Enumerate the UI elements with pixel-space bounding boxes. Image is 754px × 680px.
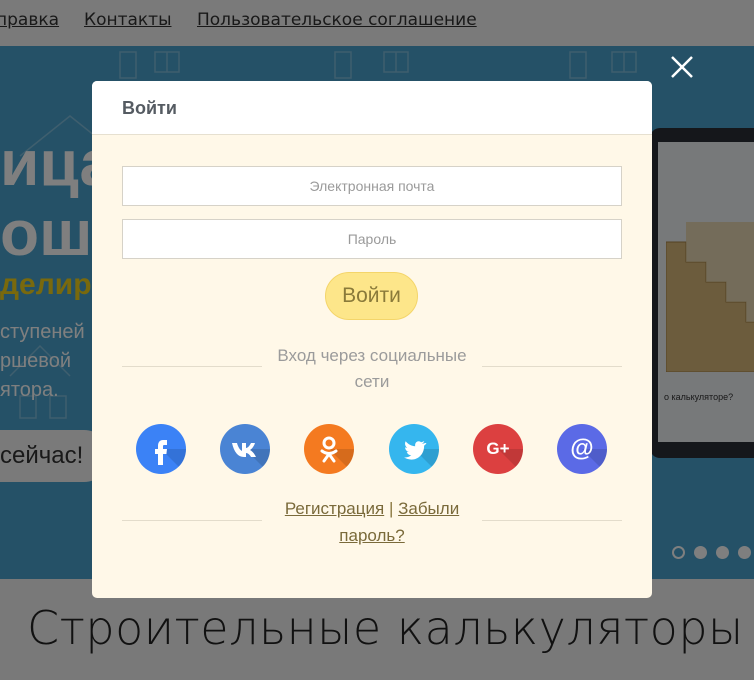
close-icon[interactable] <box>669 54 695 80</box>
twitter-icon <box>404 441 427 460</box>
vk-login-button[interactable] <box>220 424 270 474</box>
vk-icon <box>232 443 256 457</box>
google-plus-icon: G+ <box>486 439 510 458</box>
divider-right-bottom <box>482 520 622 521</box>
password-field[interactable] <box>122 219 622 259</box>
facebook-icon <box>155 440 167 465</box>
twitter-login-button[interactable] <box>389 424 439 474</box>
google-plus-login-button[interactable]: G+ <box>473 424 523 474</box>
divider-left <box>122 366 262 367</box>
odnoklassniki-login-button[interactable] <box>304 424 354 474</box>
mail-icon: @ <box>570 435 594 462</box>
register-link[interactable]: Регистрация <box>285 499 384 518</box>
social-login-caption: Вход через социальные сети <box>277 346 467 391</box>
facebook-login-button[interactable] <box>136 424 186 474</box>
email-field[interactable] <box>122 166 622 206</box>
odnoklassniki-icon <box>320 436 338 463</box>
divider-right <box>482 366 622 367</box>
divider-left-bottom <box>122 520 262 521</box>
modal-title: Войти <box>122 98 177 118</box>
auth-links: Регистрация | Забыли пароль? <box>262 495 482 549</box>
login-modal: Войти Войти Вход через социальные сети G… <box>92 81 652 598</box>
login-button[interactable]: Войти <box>325 272 418 320</box>
mail-login-button[interactable]: @ <box>557 424 607 474</box>
link-separator: | <box>388 499 394 518</box>
